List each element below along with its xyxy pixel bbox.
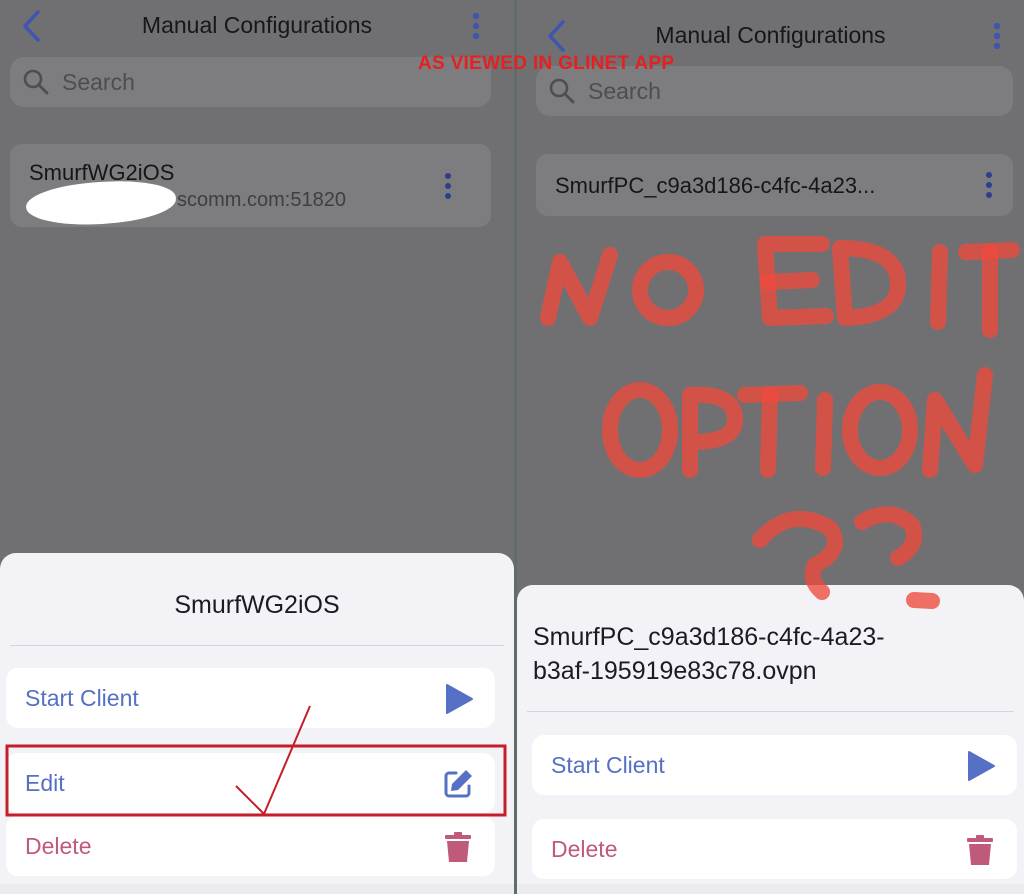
right-screen: Manual Configurations SmurfPC_c9a3d186-c… (517, 0, 1024, 894)
delete-button[interactable]: Delete (532, 819, 1017, 879)
nav-bar: Manual Configurations (0, 0, 514, 52)
play-icon (963, 749, 997, 783)
search-input[interactable] (586, 76, 970, 106)
config-endpoint: scomm.com:51820 (177, 189, 346, 211)
start-client-button[interactable]: Start Client (532, 735, 1017, 795)
edit-label: Edit (25, 770, 65, 796)
sheet-divider (527, 711, 1014, 712)
delete-label: Delete (551, 836, 618, 862)
config-more-button[interactable] (980, 167, 998, 203)
config-item-openvpn[interactable]: SmurfPC_c9a3d186-c4fc-4a23... (536, 154, 1013, 216)
left-screen: Manual Configurations SmurfWG2iOS scomm.… (0, 0, 514, 894)
bottom-strip (517, 884, 1024, 894)
sheet-title-line-2: b3af-195919e83c78.ovpn (533, 657, 817, 685)
action-sheet: SmurfWG2iOS Start Client Edit Delete (0, 553, 514, 894)
more-vertical-icon (986, 172, 992, 198)
play-icon (441, 682, 475, 716)
action-sheet: SmurfPC_c9a3d186-c4fc-4a23- b3af-195919e… (517, 585, 1024, 894)
sheet-divider (10, 645, 504, 646)
config-more-button[interactable] (439, 168, 457, 204)
trash-icon (963, 833, 997, 867)
sheet-title-line-1: SmurfPC_c9a3d186-c4fc-4a23- (533, 623, 885, 651)
delete-label: Delete (25, 833, 92, 859)
page-title: Manual Configurations (141, 12, 373, 38)
edit-icon (441, 767, 475, 801)
edit-button[interactable]: Edit (6, 753, 495, 813)
trash-icon (441, 830, 475, 864)
sheet-title: SmurfWG2iOS (174, 591, 340, 619)
more-options-button[interactable] (466, 6, 486, 46)
annotation-caption: AS VIEWED IN GLINET APP (418, 53, 675, 74)
bottom-strip (0, 884, 514, 894)
config-item-wireguard[interactable]: SmurfWG2iOS scomm.com:51820 (10, 144, 491, 228)
search-input[interactable] (60, 67, 444, 97)
more-options-button[interactable] (987, 16, 1007, 56)
more-vertical-icon (993, 22, 1001, 50)
search-icon (23, 69, 49, 95)
more-vertical-icon (472, 12, 480, 40)
start-client-label: Start Client (25, 685, 139, 711)
page-title: Manual Configurations (655, 22, 886, 48)
config-name: SmurfPC_c9a3d186-c4fc-4a23... (555, 173, 876, 198)
start-client-button[interactable]: Start Client (6, 668, 495, 728)
delete-button[interactable]: Delete (6, 816, 495, 876)
start-client-label: Start Client (551, 752, 665, 778)
search-icon (549, 78, 575, 104)
more-vertical-icon (445, 173, 451, 199)
